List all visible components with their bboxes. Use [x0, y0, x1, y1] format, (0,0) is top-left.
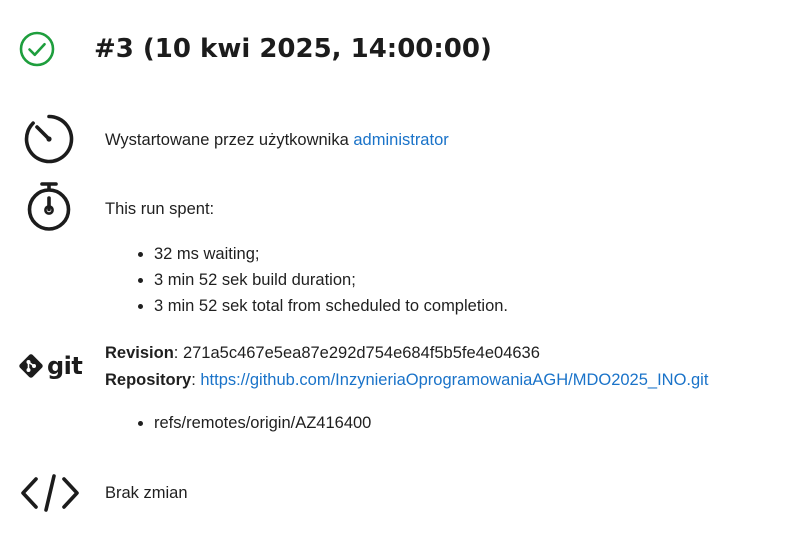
list-item: refs/remotes/origin/AZ416400 — [154, 410, 371, 436]
timing-heading: This run spent: — [105, 200, 215, 218]
refs-list: refs/remotes/origin/AZ416400 — [137, 410, 371, 436]
git-diamond-icon — [19, 354, 43, 378]
page-title: #3 (10 kwi 2025, 14:00:00) — [94, 34, 492, 64]
list-item: 32 ms waiting; — [154, 241, 508, 267]
repository-sep: : — [191, 371, 201, 389]
repository-line: Repository: https://github.com/Inzynieri… — [105, 367, 708, 394]
check-circle-icon — [19, 31, 55, 67]
git-logo-icon: git — [18, 352, 83, 380]
started-by-text: Wystartowane przez użytkownika administr… — [105, 127, 449, 154]
revision-value: : 271a5c467e5ea87e292d754e684f5b5fe4e046… — [173, 344, 540, 362]
user-link[interactable]: administrator — [353, 131, 448, 149]
git-logo-text: git — [47, 352, 83, 380]
list-item: 3 min 52 sek total from scheduled to com… — [154, 293, 508, 319]
revision-label: Revision — [105, 344, 174, 362]
changes-text: Brak zmian — [105, 484, 188, 502]
stopwatch-icon — [27, 182, 71, 231]
build-header: #3 (10 kwi 2025, 14:00:00) — [18, 30, 492, 68]
timing-list: 32 ms waiting; 3 min 52 sek build durati… — [137, 241, 508, 319]
revision-line: Revision: 271a5c467e5ea87e292d754e684f5b… — [105, 340, 540, 367]
started-by-label: Wystartowane przez użytkownika — [105, 131, 354, 149]
clock-start-icon — [24, 114, 74, 164]
code-icon — [21, 474, 79, 512]
repository-link[interactable]: https://github.com/InzynieriaOprogramowa… — [200, 371, 708, 389]
list-item: 3 min 52 sek build duration; — [154, 267, 508, 293]
repository-label: Repository — [105, 371, 192, 389]
